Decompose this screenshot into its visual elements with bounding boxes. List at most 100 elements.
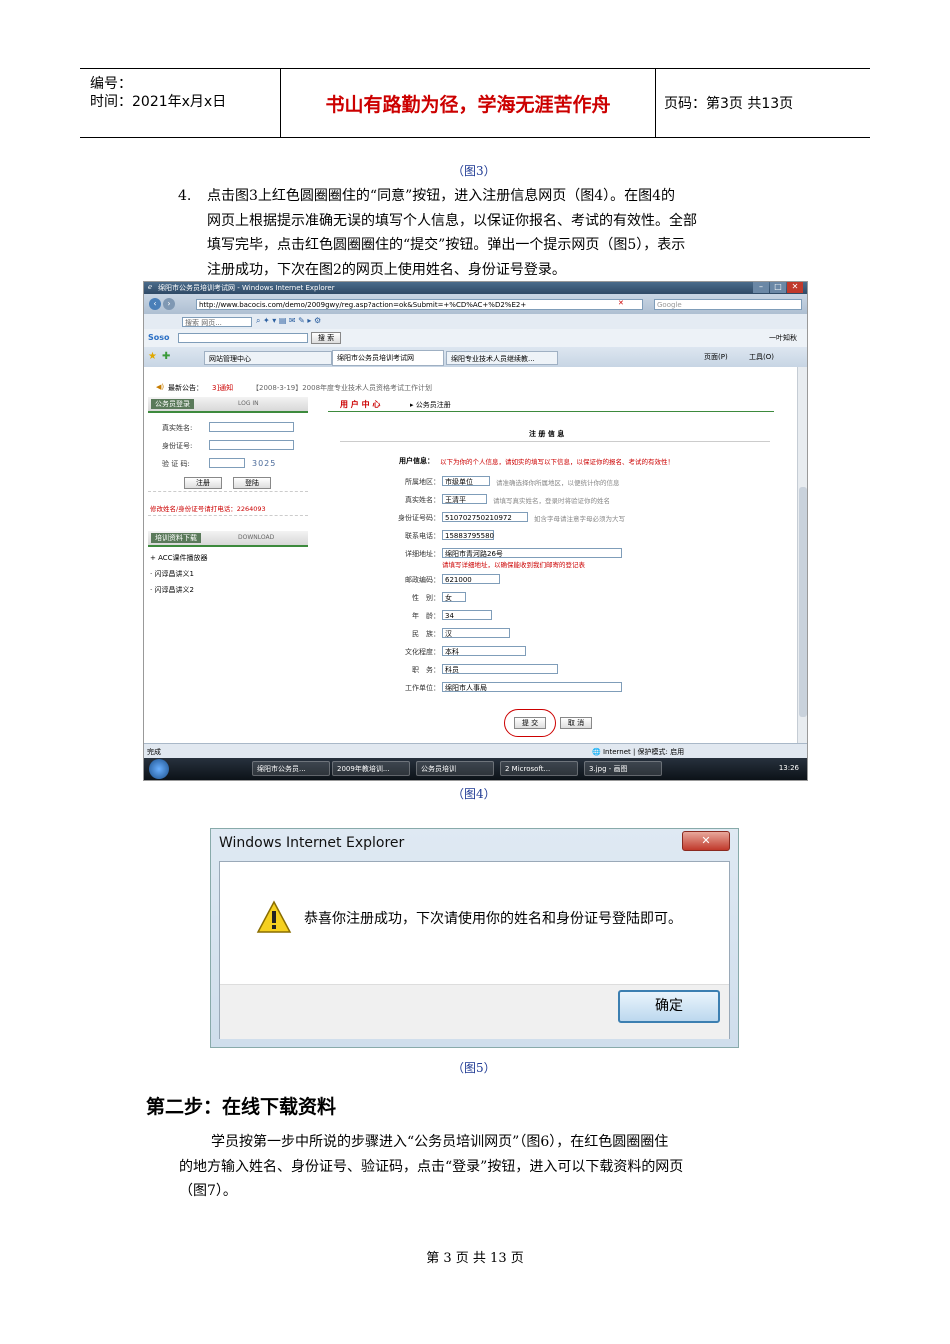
- form-input[interactable]: 女: [442, 592, 466, 602]
- login-en: LOG IN: [238, 400, 259, 407]
- taskbar: 绵阳市公务员... 2009年教培训... 公务员培训 2 Microsoft... 3…: [144, 758, 807, 780]
- toolbar-icons[interactable]: ⌕ ✦ ▾ ▤ ✉ ✎ ▸ ⚙: [256, 316, 321, 326]
- back-icon[interactable]: ‹: [149, 298, 161, 310]
- download-item[interactable]: · 闪谆昌讲义1: [150, 569, 194, 579]
- soso-row: Soso 搜 索 一叶知秋: [144, 329, 807, 348]
- dialog-body: 恭喜你注册成功，下次请使用你的姓名和身份证号登陆即可。 确定: [219, 861, 730, 1039]
- breadcrumb: ▸ 公务员注册: [410, 401, 451, 409]
- login-button[interactable]: 登陆: [233, 477, 271, 489]
- user-info-note: 以下为你的个人信息，请如实的填写以下信息，以保证你的报名、考试的有效性！: [440, 458, 674, 466]
- forward-icon[interactable]: ›: [163, 298, 175, 310]
- stop-icon[interactable]: ✕: [618, 299, 624, 307]
- login-name-input[interactable]: [209, 422, 294, 432]
- favorites-star-icon[interactable]: ★: [148, 351, 157, 362]
- taskbar-item[interactable]: 3.jpg - 画图: [584, 761, 662, 776]
- scrollbar[interactable]: [797, 367, 807, 743]
- taskbar-item[interactable]: 公务员培训: [416, 761, 494, 776]
- divider: [340, 441, 770, 442]
- form-input[interactable]: 本科: [442, 646, 526, 656]
- step2-line: （图7）。: [179, 1183, 237, 1199]
- motto: 书山有路勤为径，学海无涯苦作舟: [280, 69, 656, 137]
- address-input[interactable]: http://www.bacocis.com/demo/2009gwy/reg.…: [196, 299, 643, 310]
- step2-line: 学员按第一步中所说的步骤进入“公务员培训网页”（图6），在红色圆圈圈住: [211, 1134, 669, 1150]
- download-item[interactable]: + ACC课件播放器: [150, 553, 208, 563]
- step2-paragraph: 学员按第一步中所说的步骤进入“公务员培训网页”（图6），在红色圆圈圈住 的地方输…: [179, 1130, 819, 1204]
- close-icon[interactable]: ✕: [787, 282, 803, 293]
- cancel-button[interactable]: 取 消: [560, 717, 592, 729]
- add-favorites-icon[interactable]: ✚: [162, 351, 170, 362]
- form-input[interactable]: 科员: [442, 664, 558, 674]
- maximize-icon[interactable]: □: [770, 282, 786, 293]
- soso-search-button[interactable]: 搜 索: [311, 332, 341, 344]
- step4-line: 点击图3上红色圆圈圈住的“同意”按钮，进入注册信息网页（图4）。在图4的: [207, 188, 676, 204]
- clock: 13:26: [778, 764, 799, 772]
- step4-line: 注册成功，下次在图2的网页上使用姓名、身份证号登录。: [207, 261, 566, 278]
- form-label: 真实姓名：: [405, 496, 440, 504]
- form-label: 邮政编码：: [405, 576, 440, 584]
- reg-title: 注 册 信 息: [529, 430, 565, 438]
- login-code-label: 验 证 码:: [162, 460, 190, 468]
- form-label: 所属地区：: [405, 478, 440, 486]
- yiye-link[interactable]: 一叶知秋: [769, 333, 797, 343]
- user-center-title: 用 户 中 心: [340, 400, 381, 409]
- search-input[interactable]: Google: [654, 299, 802, 310]
- login-code-input[interactable]: [209, 458, 245, 468]
- login-id-input[interactable]: [209, 440, 294, 450]
- download-title: 培训资料下载: [151, 533, 201, 543]
- tab-item[interactable]: 网站管理中心: [204, 351, 332, 365]
- modify-note: 修改姓名/身份证号请打电话：2264093: [150, 505, 266, 513]
- form-label: 职 务：: [412, 666, 440, 674]
- submit-button[interactable]: 提 交: [514, 717, 546, 729]
- tab-item[interactable]: 绵阳专业技术人员继续教...: [446, 351, 558, 365]
- form-input[interactable]: 绵阳市青河路26号: [442, 548, 622, 558]
- ie-icon: ℯ: [148, 283, 153, 291]
- scrollbar-thumb[interactable]: [799, 487, 807, 717]
- form-input[interactable]: 15883795580: [442, 530, 494, 540]
- toolbar-search-input[interactable]: 搜索 网页...: [182, 317, 252, 327]
- alert-dialog: Windows Internet Explorer ✕ 恭喜你注册成功，下次请使…: [210, 828, 739, 1048]
- start-button[interactable]: [149, 759, 169, 779]
- step4-paragraph: 点击图3上红色圆圈圈住的“同意”按钮，进入注册信息网页（图4）。在图4的 网页上…: [207, 184, 807, 282]
- form-label: 民 族：: [412, 630, 440, 638]
- form-input[interactable]: 34: [442, 610, 492, 620]
- form-input[interactable]: 汉: [442, 628, 510, 638]
- minimize-icon[interactable]: –: [753, 282, 769, 293]
- step4-line: 填写完毕，点击红色圆圈圈住的“提交”按钮。弹出一个提示网页（图5），表示: [207, 237, 686, 253]
- ok-button[interactable]: 确定: [618, 990, 720, 1023]
- menu-tools[interactable]: 工具(O): [749, 352, 774, 362]
- status-done: 完成: [147, 748, 161, 756]
- notice-label: 最新公告：: [168, 384, 203, 392]
- form-input[interactable]: 绵阳市人事局: [442, 682, 622, 692]
- form-hint: 请填写详细地址，以确保能收到我们邮寄的登记表: [442, 561, 585, 569]
- browser-title: 绵阳市公务员培训考试网 - Windows Internet Explorer: [158, 284, 335, 292]
- tab-row: ★ ✚ 网站管理中心 绵阳市公务员培训考试网 绵阳专业技术人员继续教... 页面…: [144, 347, 807, 368]
- notice-text[interactable]: 【2008-3-19】2008年度专业技术人员资格考试工作计划: [252, 383, 432, 393]
- taskbar-item[interactable]: 绵阳市公务员...: [252, 761, 330, 776]
- form-hint: 请准确选择你所属地区，以便统计你的信息: [496, 479, 620, 487]
- soso-input[interactable]: [178, 333, 308, 343]
- page-label: 页码：第3页 共13页: [664, 96, 794, 112]
- form-input[interactable]: 510702750210972: [442, 512, 528, 522]
- divider: [148, 491, 308, 492]
- step2-heading: 第二步：在线下载资料: [146, 1096, 337, 1118]
- step4-number: 4.: [178, 188, 192, 204]
- time-label: 时间：2021年x月x日: [90, 94, 227, 110]
- form-input[interactable]: 王清平: [442, 494, 487, 504]
- notice-icon: ◀): [156, 383, 165, 391]
- close-icon[interactable]: ✕: [682, 831, 730, 851]
- taskbar-item[interactable]: 2 Microsoft...: [500, 761, 578, 776]
- form-label: 性 别：: [412, 594, 440, 602]
- download-item[interactable]: · 闪谆昌讲义2: [150, 585, 194, 595]
- form-input[interactable]: 621000: [442, 574, 500, 584]
- register-button[interactable]: 注册: [184, 477, 222, 489]
- taskbar-item[interactable]: 2009年教培训...: [332, 761, 410, 776]
- menu-page[interactable]: 页面(P): [704, 352, 728, 362]
- notice-item[interactable]: 3]通知: [212, 383, 233, 393]
- form-input[interactable]: 市级单位: [442, 476, 490, 486]
- window-controls: – □ ✕: [753, 282, 803, 293]
- browser-screenshot: ℯ 绵阳市公务员培训考试网 - Windows Internet Explore…: [143, 281, 808, 781]
- warning-icon: [256, 900, 292, 933]
- tab-item-active[interactable]: 绵阳市公务员培训考试网: [332, 350, 444, 366]
- caption-fig5: （图5）: [452, 1061, 496, 1075]
- download-panel-header: 培训资料下载 DOWNLOAD: [148, 531, 308, 547]
